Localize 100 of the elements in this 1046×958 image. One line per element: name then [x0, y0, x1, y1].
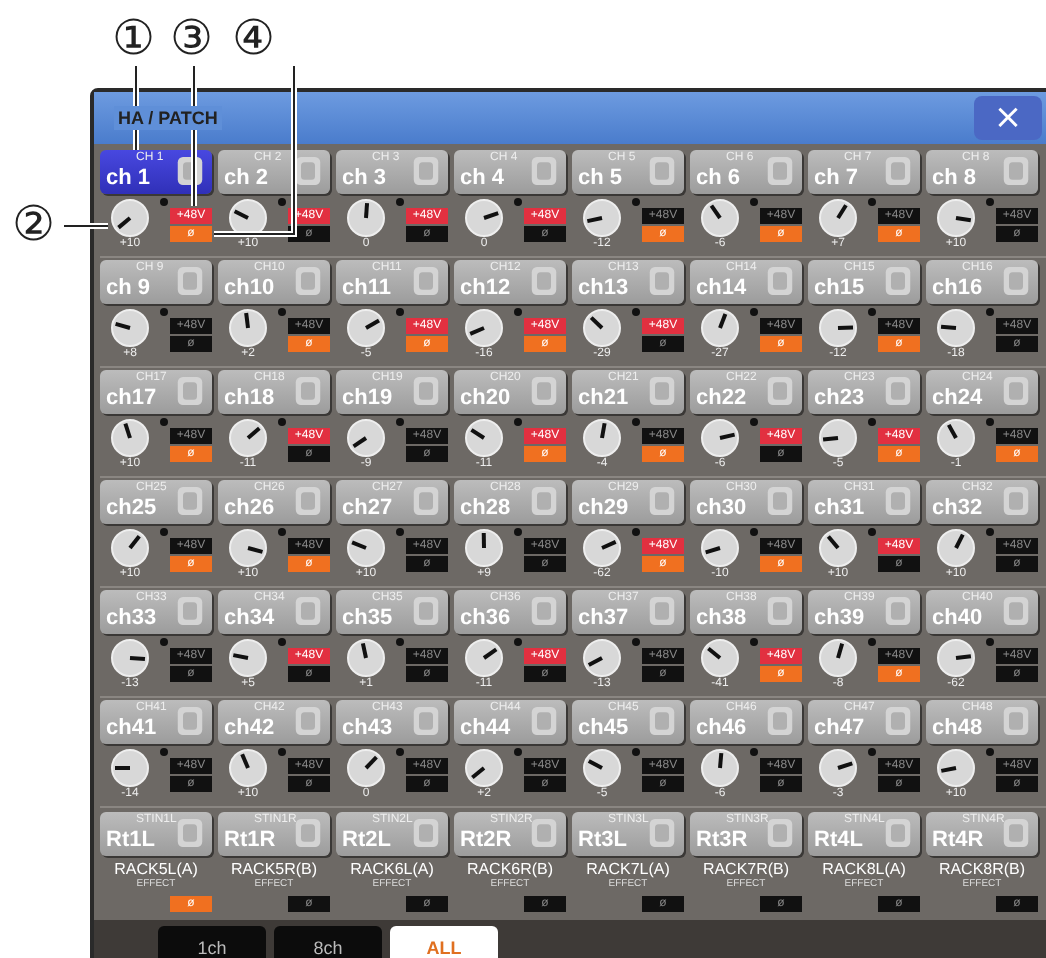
close-button[interactable]: × — [974, 96, 1042, 141]
gain-knob[interactable] — [936, 638, 976, 679]
gain-knob[interactable] — [582, 198, 622, 239]
indicator-icon — [396, 528, 404, 537]
gain-knob[interactable] — [818, 528, 858, 569]
gain-knob[interactable] — [700, 198, 740, 239]
gain-knob[interactable] — [818, 198, 858, 239]
channel-icon — [1002, 374, 1030, 409]
channel-icon — [648, 264, 676, 299]
indicator-icon — [632, 198, 640, 207]
gain-knob[interactable] — [110, 528, 150, 569]
gain-knob[interactable] — [700, 638, 740, 679]
gain-knob[interactable] — [464, 308, 504, 349]
gain-knob[interactable] — [346, 198, 386, 239]
gain-knob[interactable] — [228, 528, 268, 569]
indicator-icon — [160, 198, 168, 207]
indicator-icon — [868, 418, 876, 427]
indicator-icon — [986, 418, 994, 427]
gain-knob[interactable] — [228, 308, 268, 349]
channel-icon — [412, 704, 440, 739]
indicator-icon — [632, 528, 640, 537]
channel-icon — [412, 154, 440, 189]
gain-knob[interactable] — [936, 198, 976, 239]
channel-icon — [294, 264, 322, 299]
channel-icon — [530, 264, 558, 299]
gain-knob[interactable] — [582, 748, 622, 789]
indicator-icon — [750, 308, 758, 317]
gain-knob[interactable] — [110, 748, 150, 789]
gain-knob[interactable] — [346, 638, 386, 679]
channel-icon — [648, 374, 676, 409]
channel-icon — [530, 484, 558, 519]
gain-knob[interactable] — [228, 638, 268, 679]
gain-knob[interactable] — [700, 308, 740, 349]
channel-icon — [648, 154, 676, 189]
gain-knob[interactable] — [582, 418, 622, 459]
channel-icon — [294, 374, 322, 409]
channel-icon — [176, 374, 204, 409]
indicator-icon — [396, 638, 404, 647]
channel-icon — [176, 594, 204, 629]
gain-knob[interactable] — [464, 418, 504, 459]
indicator-icon — [278, 638, 286, 647]
gain-knob[interactable] — [936, 308, 976, 349]
channel-icon — [1002, 816, 1030, 851]
gain-knob[interactable] — [582, 528, 622, 569]
gain-knob[interactable] — [818, 638, 858, 679]
indicator-icon — [986, 528, 994, 537]
indicator-icon — [160, 418, 168, 427]
indicator-icon — [514, 418, 522, 427]
gain-knob[interactable] — [464, 748, 504, 789]
rack-label: RACK7R(B) — [702, 860, 790, 879]
indicator-icon — [868, 748, 876, 757]
gain-knob[interactable] — [110, 308, 150, 349]
gain-knob[interactable] — [346, 418, 386, 459]
gain-knob[interactable] — [818, 748, 858, 789]
indicator-icon — [160, 308, 168, 317]
gain-knob[interactable] — [228, 748, 268, 789]
gain-knob[interactable] — [228, 418, 268, 459]
gain-knob[interactable] — [110, 638, 150, 679]
view-tab[interactable]: 1ch — [158, 926, 266, 958]
channel-icon — [530, 816, 558, 851]
gain-knob[interactable] — [818, 418, 858, 459]
channel-icon — [766, 374, 794, 409]
channel-icon — [176, 816, 204, 851]
gain-knob[interactable] — [582, 308, 622, 349]
channel-icon — [1002, 154, 1030, 189]
channel-icon — [530, 594, 558, 629]
gain-knob[interactable] — [700, 418, 740, 459]
channel-icon — [176, 484, 204, 519]
gain-knob[interactable] — [700, 748, 740, 789]
gain-knob[interactable] — [464, 198, 504, 239]
channel-icon — [412, 594, 440, 629]
gain-knob[interactable] — [464, 638, 504, 679]
indicator-icon — [986, 638, 994, 647]
indicator-icon — [632, 638, 640, 647]
indicator-icon — [750, 528, 758, 537]
indicator-icon — [868, 638, 876, 647]
indicator-icon — [514, 198, 522, 207]
gain-knob[interactable] — [110, 198, 150, 239]
gain-knob[interactable] — [936, 418, 976, 459]
view-tab[interactable]: ALL — [390, 926, 498, 958]
indicator-icon — [868, 198, 876, 207]
gain-knob[interactable] — [464, 528, 504, 569]
gain-knob[interactable] — [346, 308, 386, 349]
gain-knob[interactable] — [700, 528, 740, 569]
gain-knob[interactable] — [346, 528, 386, 569]
channel-icon — [530, 154, 558, 189]
indicator-icon — [750, 638, 758, 647]
channel-icon — [294, 484, 322, 519]
indicator-icon — [278, 528, 286, 537]
gain-knob[interactable] — [936, 528, 976, 569]
gain-knob[interactable] — [818, 308, 858, 349]
channel-icon — [648, 816, 676, 851]
gain-knob[interactable] — [582, 638, 622, 679]
view-tab[interactable]: 8ch — [274, 926, 382, 958]
gain-knob[interactable] — [346, 748, 386, 789]
indicator-icon — [278, 198, 286, 207]
gain-knob[interactable] — [936, 748, 976, 789]
indicator-icon — [868, 308, 876, 317]
gain-knob[interactable] — [110, 418, 150, 459]
channel-icon — [294, 154, 322, 189]
